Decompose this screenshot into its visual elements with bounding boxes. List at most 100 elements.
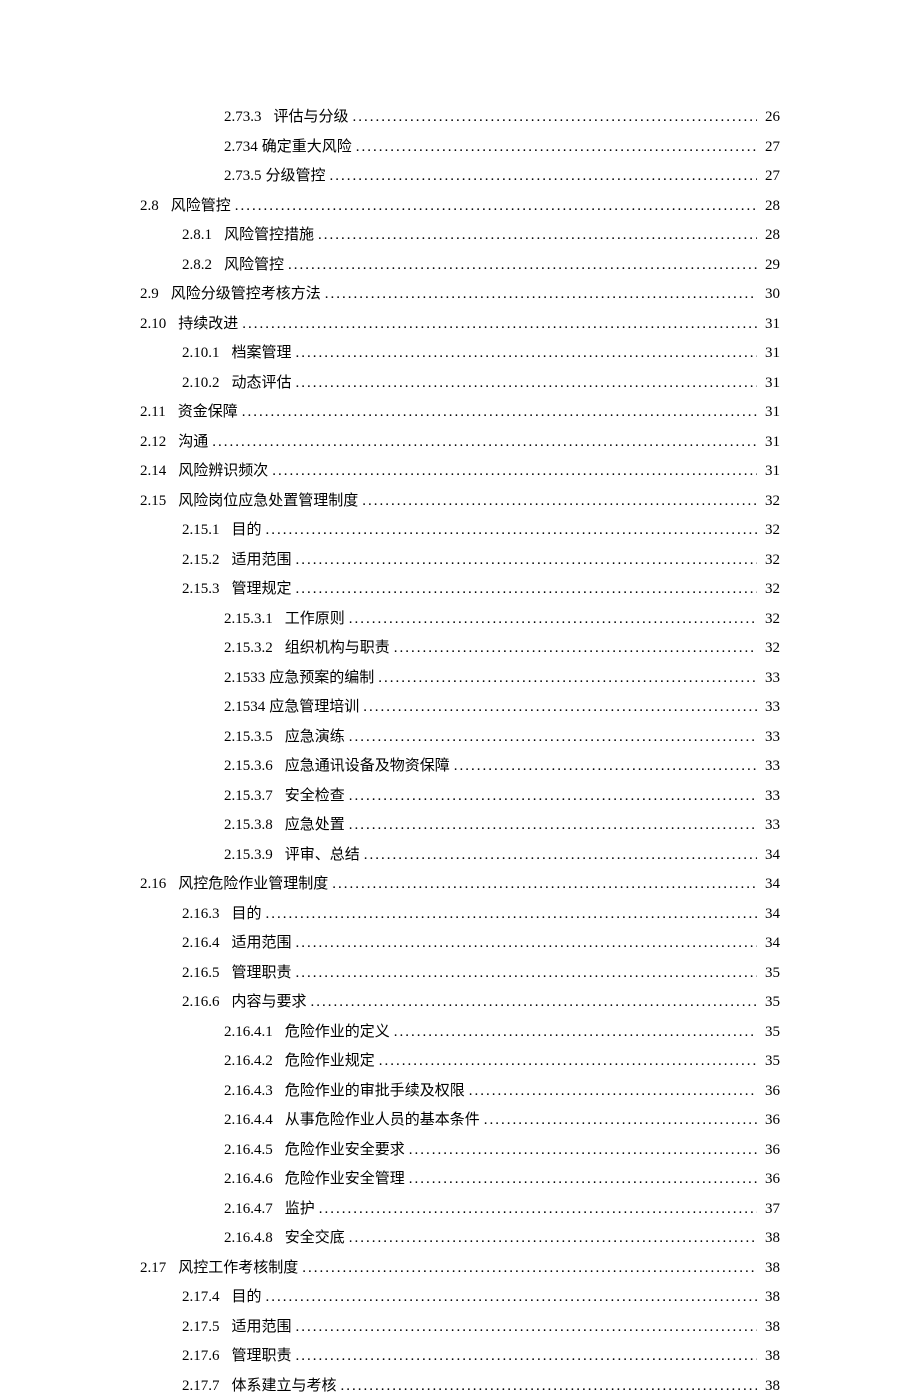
- toc-leader-dots: [242, 315, 757, 335]
- toc-entry: 2.17.6 管理职责 38: [140, 1347, 780, 1367]
- toc-entry-title: 适用范围: [232, 934, 292, 954]
- toc-entry-number: 2.16.4.6: [224, 1170, 273, 1190]
- toc-entry-number: 2.17.5: [182, 1318, 220, 1338]
- toc-entry-number: 2.10: [140, 315, 166, 335]
- toc-entry-title: 风险管控: [171, 197, 231, 217]
- toc-entry-page: 32: [765, 492, 780, 512]
- toc-entry-number: 2.15.3.2: [224, 639, 273, 659]
- toc-leader-dots: [349, 787, 757, 807]
- toc-entry: 2.10.2动态评估31: [140, 374, 780, 394]
- toc-entry-page: 38: [765, 1229, 780, 1249]
- toc-entry-page: 37: [765, 1200, 780, 1220]
- toc-entry-title: 管理规定: [232, 580, 292, 600]
- toc-entry-number: 2.15.2: [182, 551, 220, 571]
- toc-entry-page: 32: [765, 639, 780, 659]
- toc-leader-dots: [362, 492, 757, 512]
- toc-leader-dots: [235, 197, 757, 217]
- toc-entry-number: 2.73.3: [224, 108, 262, 128]
- toc-entry-title: 管理职责: [232, 1347, 292, 1367]
- toc-entry-page: 31: [765, 344, 780, 364]
- toc-entry-title: 沟通: [178, 433, 208, 453]
- toc-entry-title: 确定重大风险: [262, 138, 352, 158]
- toc-leader-dots: [296, 374, 757, 394]
- toc-leader-dots: [296, 580, 757, 600]
- toc-entry-page: 26: [765, 108, 780, 128]
- toc-entry-page: 31: [765, 433, 780, 453]
- toc-entry-title: 风险管控: [224, 256, 284, 276]
- toc-entry: 2.16风控危险作业管理制度34: [140, 875, 780, 895]
- toc-entry-title: 危险作业的定义: [285, 1023, 390, 1043]
- toc-entry-title: 应急通讯设备及物资保障: [285, 757, 450, 777]
- toc-entry-title: 工作原则: [285, 610, 345, 630]
- toc-entry-page: 34: [765, 846, 780, 866]
- toc-entry-number: 2.16.5: [182, 964, 220, 984]
- toc-entry-page: 31: [765, 403, 780, 423]
- toc-entry-title: 危险作业安全要求: [285, 1141, 405, 1161]
- toc-entry-title: 分级管控: [266, 167, 326, 187]
- toc-entry: 2.14风险辨识频次31: [140, 462, 780, 482]
- toc-entry-title: 应急管理培训: [269, 698, 359, 718]
- toc-entry-title: 风险管控措施: [224, 226, 314, 246]
- toc-leader-dots: [454, 757, 757, 777]
- toc-entry-number: 2.15.3.9: [224, 846, 273, 866]
- toc-entry: 2.16.4.8安全交底38: [140, 1229, 780, 1249]
- toc-entry-number: 2.15.3.5: [224, 728, 273, 748]
- toc-entry: 2.10.1档案管理31: [140, 344, 780, 364]
- toc-leader-dots: [296, 934, 757, 954]
- toc-entry: 2.16.4.7监护37: [140, 1200, 780, 1220]
- toc-leader-dots: [378, 669, 757, 689]
- toc-entry-title: 档案管理: [232, 344, 292, 364]
- toc-entry-title: 危险作业的审批手续及权限: [285, 1082, 465, 1102]
- toc-entry-title: 安全检查: [285, 787, 345, 807]
- toc-entry-number: 2.16.4.4: [224, 1111, 273, 1131]
- toc-entry: 2.8风险管控28: [140, 197, 780, 217]
- toc-entry-title: 适用范围: [232, 1318, 292, 1338]
- toc-entry: 2.16.4适用范围34: [140, 934, 780, 954]
- toc-leader-dots: [469, 1082, 757, 1102]
- toc-entry-number: 2.10.2: [182, 374, 220, 394]
- toc-entry: 2.1533应急预案的编制33: [140, 669, 780, 689]
- toc-leader-dots: [288, 256, 757, 276]
- toc-entry-page: 36: [765, 1141, 780, 1161]
- toc-entry: 2.15.3.8应急处置33: [140, 816, 780, 836]
- toc-entry-number: 2.16.4.2: [224, 1052, 273, 1072]
- toc-entry-title: 资金保障: [178, 403, 238, 423]
- toc-entry-page: 38: [765, 1347, 780, 1367]
- toc-entry-title: 应急预案的编制: [269, 669, 374, 689]
- toc-leader-dots: [296, 344, 757, 364]
- toc-entry: 2.11资金保障31: [140, 403, 780, 423]
- toc-list: 2.73.3评估与分级262.734确定重大风险272.73.5分级管控272.…: [140, 108, 780, 1396]
- toc-entry-page: 34: [765, 934, 780, 954]
- toc-entry-page: 31: [765, 374, 780, 394]
- toc-entry-title: 危险作业安全管理: [285, 1170, 405, 1190]
- toc-entry-number: 2.8: [140, 197, 159, 217]
- toc-entry-page: 36: [765, 1111, 780, 1131]
- toc-entry-number: 2.16.4.5: [224, 1141, 273, 1161]
- toc-entry: 2.15.3.9评审、总结34: [140, 846, 780, 866]
- toc-entry-page: 36: [765, 1170, 780, 1190]
- toc-entry: 2.16.4.6 危险作业安全管理 36: [140, 1170, 780, 1190]
- toc-entry: 2.16.4.4从事危险作业人员的基本条件36: [140, 1111, 780, 1131]
- toc-leader-dots: [302, 1259, 757, 1279]
- toc-entry-number: 2.17.7: [182, 1377, 220, 1396]
- toc-entry-number: 2.16.4.7: [224, 1200, 273, 1220]
- toc-leader-dots: [353, 108, 757, 128]
- toc-leader-dots: [319, 1200, 757, 1220]
- toc-entry: 2.8.2风险管控29: [140, 256, 780, 276]
- toc-entry-title: 体系建立与考核: [232, 1377, 337, 1396]
- toc-leader-dots: [296, 1347, 757, 1367]
- toc-entry-title: 风控危险作业管理制度: [178, 875, 328, 895]
- toc-entry-number: 2.17.6: [182, 1347, 220, 1367]
- toc-entry-number: 2.16: [140, 875, 166, 895]
- toc-entry-number: 2.1533: [224, 669, 265, 689]
- toc-leader-dots: [394, 639, 757, 659]
- toc-entry-page: 31: [765, 462, 780, 482]
- toc-entry-title: 风险岗位应急处置管理制度: [178, 492, 358, 512]
- toc-entry-number: 2.15.3.8: [224, 816, 273, 836]
- toc-entry: 2.17.7体系建立与考核38: [140, 1377, 780, 1396]
- toc-leader-dots: [349, 816, 757, 836]
- toc-entry-title: 持续改进: [178, 315, 238, 335]
- toc-entry: 2.15风险岗位应急处置管理制度32: [140, 492, 780, 512]
- toc-entry-page: 34: [765, 905, 780, 925]
- toc-leader-dots: [394, 1023, 757, 1043]
